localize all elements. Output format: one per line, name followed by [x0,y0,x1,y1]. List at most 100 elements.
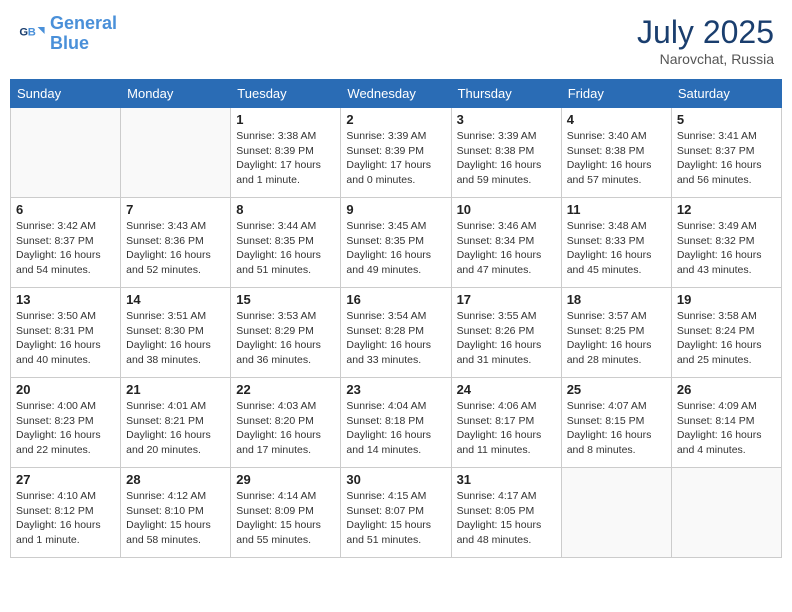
day-info: Sunrise: 3:48 AMSunset: 8:33 PMDaylight:… [567,219,666,278]
day-info: Sunrise: 4:09 AMSunset: 8:14 PMDaylight:… [677,399,776,458]
calendar-cell: 31 Sunrise: 4:17 AMSunset: 8:05 PMDayligh… [451,468,561,558]
calendar-cell: 23Sunrise: 4:04 AMSunset: 8:18 PMDayligh… [341,378,451,468]
calendar-cell: 6 Sunrise: 3:42 AMSunset: 8:37 PMDaylight… [11,198,121,288]
logo-blue: Blue [50,33,89,53]
day-number: 15 [236,292,335,307]
day-number: 13 [16,292,115,307]
day-number: 1 [236,112,335,127]
calendar-cell: 4 Sunrise: 3:40 AMSunset: 8:38 PMDaylight… [561,108,671,198]
calendar-cell: 25Sunrise: 4:07 AMSunset: 8:15 PMDayligh… [561,378,671,468]
day-info: Sunrise: 3:53 AMSunset: 8:29 PMDaylight:… [236,309,335,368]
logo-icon: G B [18,20,46,48]
day-info: Sunrise: 3:45 AMSunset: 8:35 PMDaylight:… [346,219,445,278]
day-number: 11 [567,202,666,217]
day-number: 12 [677,202,776,217]
calendar-cell: 28Sunrise: 4:12 AMSunset: 8:10 PMDayligh… [121,468,231,558]
calendar-cell: 27 Sunrise: 4:10 AMSunset: 8:12 PMDayligh… [11,468,121,558]
day-number: 5 [677,112,776,127]
day-number: 3 [457,112,556,127]
page-header: G B General Blue July 2025 Narovchat, Ru… [10,10,782,71]
day-info: Sunrise: 4:03 AMSunset: 8:20 PMDaylight:… [236,399,335,458]
calendar-table: SundayMondayTuesdayWednesdayThursdayFrid… [10,79,782,558]
day-info: Sunrise: 3:39 AMSunset: 8:39 PMDaylight:… [346,129,445,188]
day-number: 16 [346,292,445,307]
calendar-cell: 15 Sunrise: 3:53 AMSunset: 8:29 PMDayligh… [231,288,341,378]
location: Narovchat, Russia [637,51,774,67]
day-info: Sunrise: 3:54 AMSunset: 8:28 PMDaylight:… [346,309,445,368]
day-info: Sunrise: 3:51 AMSunset: 8:30 PMDaylight:… [126,309,225,368]
day-info: Sunrise: 4:07 AMSunset: 8:15 PMDaylight:… [567,399,666,458]
day-info: Sunrise: 3:41 AMSunset: 8:37 PMDaylight:… [677,129,776,188]
calendar-cell [671,468,781,558]
calendar-cell: 11 Sunrise: 3:48 AMSunset: 8:33 PMDayligh… [561,198,671,288]
day-number: 31 [457,472,556,487]
day-number: 9 [346,202,445,217]
day-header-tuesday: Tuesday [231,80,341,108]
calendar-cell: 8Sunrise: 3:44 AMSunset: 8:35 PMDaylight… [231,198,341,288]
day-number: 8 [236,202,335,217]
day-info: Sunrise: 3:49 AMSunset: 8:32 PMDaylight:… [677,219,776,278]
logo: G B General Blue [18,14,117,54]
logo-general: General [50,13,117,33]
week-row-1: 1 Sunrise: 3:38 AMSunset: 8:39 PMDaylight… [11,108,782,198]
day-info: Sunrise: 3:40 AMSunset: 8:38 PMDaylight:… [567,129,666,188]
day-header-saturday: Saturday [671,80,781,108]
day-number: 4 [567,112,666,127]
week-row-3: 13 Sunrise: 3:50 AMSunset: 8:31 PMDayligh… [11,288,782,378]
calendar-cell [561,468,671,558]
day-info: Sunrise: 4:01 AMSunset: 8:21 PMDaylight:… [126,399,225,458]
calendar-cell: 12 Sunrise: 3:49 AMSunset: 8:32 PMDayligh… [671,198,781,288]
day-info: Sunrise: 4:17 AMSunset: 8:05 PMDaylight:… [457,489,556,548]
calendar-cell: 7 Sunrise: 3:43 AMSunset: 8:36 PMDaylight… [121,198,231,288]
calendar-cell: 19Sunrise: 3:58 AMSunset: 8:24 PMDayligh… [671,288,781,378]
calendar-cell: 29Sunrise: 4:14 AMSunset: 8:09 PMDayligh… [231,468,341,558]
day-info: Sunrise: 3:57 AMSunset: 8:25 PMDaylight:… [567,309,666,368]
day-number: 28 [126,472,225,487]
day-info: Sunrise: 3:50 AMSunset: 8:31 PMDaylight:… [16,309,115,368]
logo-text: General Blue [50,14,117,54]
day-number: 17 [457,292,556,307]
header-row: SundayMondayTuesdayWednesdayThursdayFrid… [11,80,782,108]
calendar-cell: 5 Sunrise: 3:41 AMSunset: 8:37 PMDaylight… [671,108,781,198]
day-header-friday: Friday [561,80,671,108]
week-row-5: 27 Sunrise: 4:10 AMSunset: 8:12 PMDayligh… [11,468,782,558]
calendar-cell: 10Sunrise: 3:46 AMSunset: 8:34 PMDayligh… [451,198,561,288]
day-number: 30 [346,472,445,487]
day-number: 14 [126,292,225,307]
day-number: 7 [126,202,225,217]
day-info: Sunrise: 4:15 AMSunset: 8:07 PMDaylight:… [346,489,445,548]
svg-text:B: B [28,26,36,38]
month-year: July 2025 [637,14,774,51]
calendar-cell: 24Sunrise: 4:06 AMSunset: 8:17 PMDayligh… [451,378,561,468]
day-number: 2 [346,112,445,127]
day-number: 18 [567,292,666,307]
day-number: 20 [16,382,115,397]
day-number: 24 [457,382,556,397]
day-info: Sunrise: 3:43 AMSunset: 8:36 PMDaylight:… [126,219,225,278]
day-number: 26 [677,382,776,397]
day-info: Sunrise: 4:00 AMSunset: 8:23 PMDaylight:… [16,399,115,458]
week-row-2: 6 Sunrise: 3:42 AMSunset: 8:37 PMDaylight… [11,198,782,288]
calendar-cell: 21Sunrise: 4:01 AMSunset: 8:21 PMDayligh… [121,378,231,468]
day-header-monday: Monday [121,80,231,108]
calendar-cell: 22 Sunrise: 4:03 AMSunset: 8:20 PMDayligh… [231,378,341,468]
day-info: Sunrise: 3:38 AMSunset: 8:39 PMDaylight:… [236,129,335,188]
day-number: 22 [236,382,335,397]
calendar-cell: 9 Sunrise: 3:45 AMSunset: 8:35 PMDaylight… [341,198,451,288]
day-header-wednesday: Wednesday [341,80,451,108]
day-number: 19 [677,292,776,307]
calendar-cell [121,108,231,198]
svg-text:G: G [19,26,28,38]
day-number: 23 [346,382,445,397]
day-info: Sunrise: 4:10 AMSunset: 8:12 PMDaylight:… [16,489,115,548]
day-info: Sunrise: 3:55 AMSunset: 8:26 PMDaylight:… [457,309,556,368]
day-info: Sunrise: 3:39 AMSunset: 8:38 PMDaylight:… [457,129,556,188]
calendar-cell: 30 Sunrise: 4:15 AMSunset: 8:07 PMDayligh… [341,468,451,558]
calendar-cell: 16 Sunrise: 3:54 AMSunset: 8:28 PMDayligh… [341,288,451,378]
day-number: 27 [16,472,115,487]
day-number: 6 [16,202,115,217]
calendar-cell: 2 Sunrise: 3:39 AMSunset: 8:39 PMDaylight… [341,108,451,198]
day-info: Sunrise: 3:42 AMSunset: 8:37 PMDaylight:… [16,219,115,278]
calendar-cell: 26 Sunrise: 4:09 AMSunset: 8:14 PMDayligh… [671,378,781,468]
calendar-cell: 20 Sunrise: 4:00 AMSunset: 8:23 PMDayligh… [11,378,121,468]
